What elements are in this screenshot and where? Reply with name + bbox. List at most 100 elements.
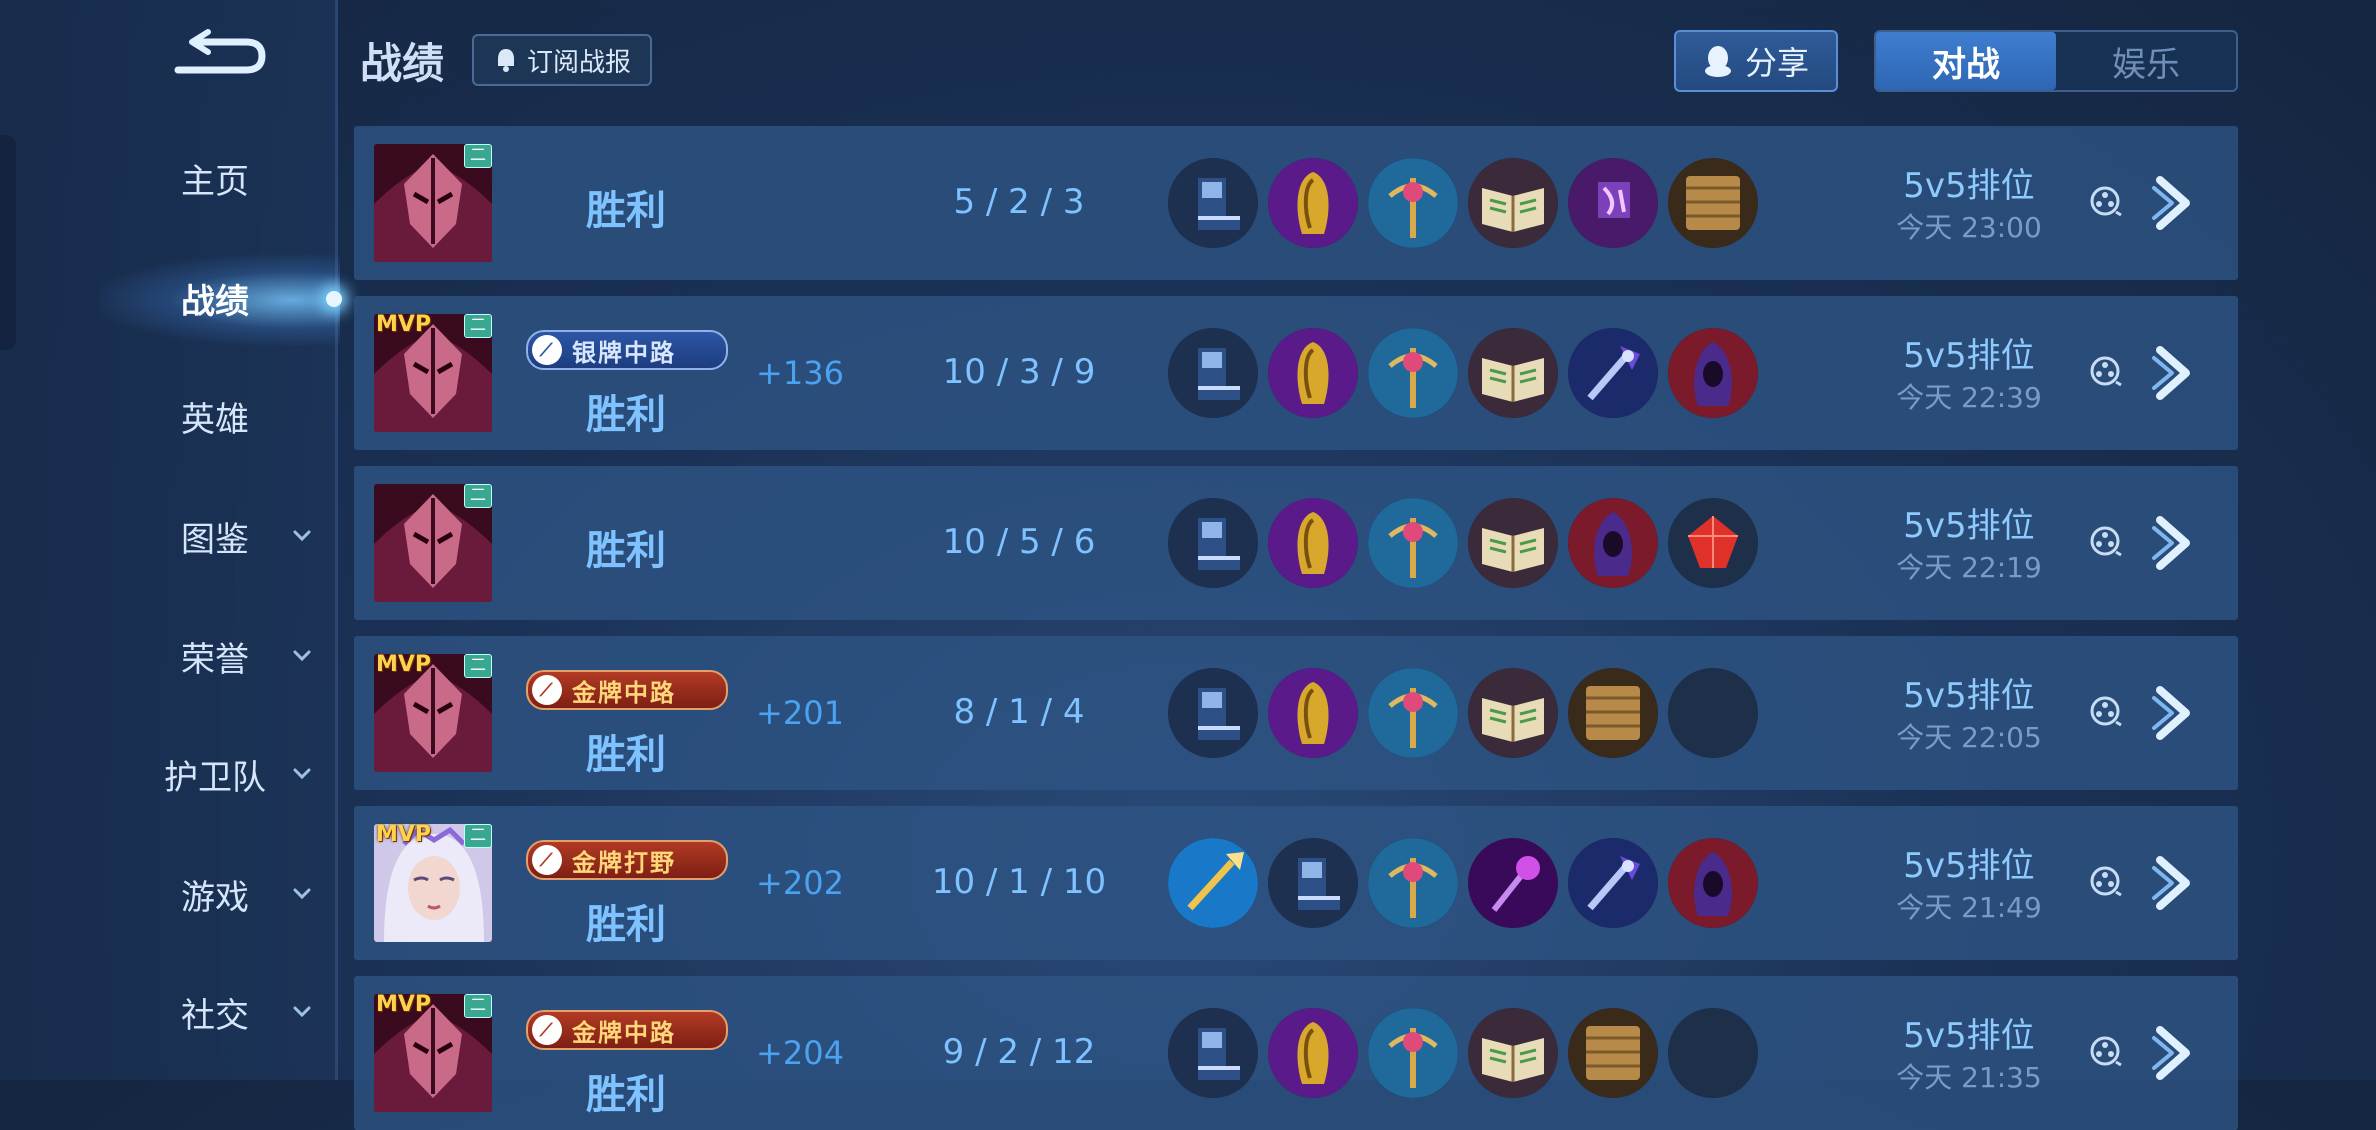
golden-cloak-icon: [1268, 158, 1358, 248]
boots-icon: [1168, 158, 1258, 248]
game-mode: 5v5排位: [1903, 1016, 2035, 1056]
boots-icon: [1168, 1008, 1258, 1098]
match-row[interactable]: MVP 二 ⟋ 金牌中路 胜利 +201 8 / 1 / 4 5v5排位 今天 22:05: [354, 636, 2238, 790]
match-result: 胜利: [586, 528, 666, 574]
hooded-mage-icon: [1568, 498, 1658, 588]
match-result: 胜利: [586, 188, 666, 234]
position-badge-label: 金牌中路: [572, 678, 676, 707]
sidebar-item-games[interactable]: 游戏: [140, 864, 330, 924]
scepter-icon: [1368, 328, 1458, 418]
replay-icon[interactable]: [2088, 354, 2122, 388]
match-row[interactable]: 二胜利 10 / 5 / 6 5v5排位 今天 22:19: [354, 466, 2238, 620]
position-badge: ⟋ 金牌中路: [526, 1010, 728, 1050]
sidebar-item-guard-team[interactable]: 护卫队: [140, 744, 330, 804]
sidebar-item-honors[interactable]: 荣誉: [140, 626, 330, 686]
side-edge-handle: [0, 135, 16, 350]
replay-icon[interactable]: [2088, 694, 2122, 728]
kda-stats: 10 / 5 / 6: [942, 522, 1096, 562]
wooden-shield-icon: [1668, 158, 1758, 248]
golden-cloak-icon: [1268, 1008, 1358, 1098]
hooded-mage-icon: [1668, 328, 1758, 418]
spellbook-icon: [1468, 668, 1558, 758]
subscribe-label: 订阅战报: [526, 47, 631, 78]
rank-tier-icon: 二: [464, 994, 492, 1018]
sidebar-item-label: 战绩: [181, 281, 249, 322]
blue-crystal-staff-icon: [1568, 328, 1658, 418]
tab-battle[interactable]: 对战: [1876, 32, 2056, 90]
chevron-right-icon[interactable]: [2150, 344, 2200, 402]
replay-icon[interactable]: [2088, 1034, 2122, 1068]
replay-icon[interactable]: [2088, 524, 2122, 558]
chevron-right-icon[interactable]: [2150, 514, 2200, 572]
tab-entertainment[interactable]: 娱乐: [2056, 32, 2236, 90]
sidebar-item-label: 社交: [181, 995, 249, 1036]
game-mode: 5v5排位: [1903, 166, 2035, 206]
sidebar-item-social[interactable]: 社交: [140, 982, 330, 1042]
mvp-badge: MVP: [376, 652, 432, 677]
chevron-right-icon[interactable]: [2150, 1024, 2200, 1082]
mvp-badge: MVP: [376, 312, 432, 337]
rank-score-change: +136: [756, 354, 844, 392]
kda-stats: 5 / 2 / 3: [953, 182, 1085, 222]
rank-tier-icon: 二: [464, 824, 492, 848]
rank-tier-icon: 二: [464, 654, 492, 678]
sidebar-item-label: 主页: [181, 161, 249, 202]
boots-icon: [1168, 668, 1258, 758]
chevron-right-icon[interactable]: [2150, 174, 2200, 232]
kda-stats: 10 / 1 / 10: [931, 862, 1107, 902]
match-time: 今天 22:05: [1896, 721, 2042, 754]
match-result: 胜利: [586, 1072, 666, 1118]
chevron-down-icon: [293, 650, 311, 662]
match-row[interactable]: MVP 二 ⟋ 金牌中路 胜利 +204 9 / 2 / 12 5v5排位 今天 21:35: [354, 976, 2238, 1130]
page-title: 战绩: [360, 39, 445, 88]
scepter-icon: [1368, 668, 1458, 758]
chevron-down-icon: [293, 1006, 311, 1018]
rank-tier-icon: 二: [464, 484, 492, 508]
boots-icon: [1168, 498, 1258, 588]
spellbook-icon: [1468, 328, 1558, 418]
subscribe-report-button[interactable]: 订阅战报: [472, 34, 652, 86]
chevron-right-icon[interactable]: [2150, 684, 2200, 742]
position-badge: ⟋ 金牌中路: [526, 670, 728, 710]
golden-cloak-icon: [1268, 498, 1358, 588]
subscribe-icon: [497, 49, 514, 72]
match-time: 今天 22:39: [1896, 381, 2042, 414]
boots-icon: [1168, 328, 1258, 418]
wooden-shield-icon: [1568, 668, 1658, 758]
game-mode: 5v5排位: [1903, 846, 2035, 886]
rank-score-change: +204: [756, 1034, 844, 1072]
sidebar-item-records[interactable]: 战绩: [140, 268, 330, 328]
sidebar-item-label: 图鉴: [181, 519, 249, 560]
golden-cloak-icon: [1268, 668, 1358, 758]
back-button[interactable]: [168, 28, 268, 84]
red-gem-icon: [1668, 498, 1758, 588]
match-time: 今天 22:19: [1896, 551, 2042, 584]
replay-icon[interactable]: [2088, 864, 2122, 898]
golden-spear-icon: [1168, 838, 1258, 928]
replay-icon[interactable]: [2088, 184, 2122, 218]
sidebar-item-label: 荣誉: [181, 639, 249, 680]
position-badge: ⟋ 金牌打野: [526, 840, 728, 880]
spellbook-icon: [1468, 158, 1558, 248]
match-time: 今天 21:35: [1896, 1061, 2042, 1094]
match-result: 胜利: [586, 392, 666, 438]
match-row[interactable]: MVP 二 ⟋ 银牌中路 胜利 +136 10 / 3 / 9 5v5排位 今天 22:39: [354, 296, 2238, 450]
position-icon: ⟋: [532, 675, 562, 705]
blue-crystal-staff-icon: [1568, 838, 1658, 928]
match-row[interactable]: MVP 二 ⟋ 金牌打野 胜利 +202 10 / 1 / 10 5v5排位 今天 21:49: [354, 806, 2238, 960]
mode-tabs: 对战 娱乐: [1874, 30, 2238, 92]
sidebar-item-codex[interactable]: 图鉴: [140, 506, 330, 566]
hooded-mage-icon: [1668, 838, 1758, 928]
game-mode: 5v5排位: [1903, 336, 2035, 376]
spellbook-icon: [1468, 1008, 1558, 1098]
sidebar-item-heroes[interactable]: 英雄: [140, 386, 330, 446]
share-button[interactable]: 分享: [1674, 30, 1838, 92]
spellbook-icon: [1468, 498, 1558, 588]
share-label: 分享: [1744, 44, 1809, 82]
match-row[interactable]: 二胜利 5 / 2 / 3 5v5排位 今天 23:00: [354, 126, 2238, 280]
rank-tier-icon: 二: [464, 314, 492, 338]
chevron-right-icon[interactable]: [2150, 854, 2200, 912]
position-badge: ⟋ 银牌中路: [526, 330, 728, 370]
qq-penguin-icon: [1704, 46, 1731, 77]
sidebar-item-home[interactable]: 主页: [140, 148, 330, 208]
